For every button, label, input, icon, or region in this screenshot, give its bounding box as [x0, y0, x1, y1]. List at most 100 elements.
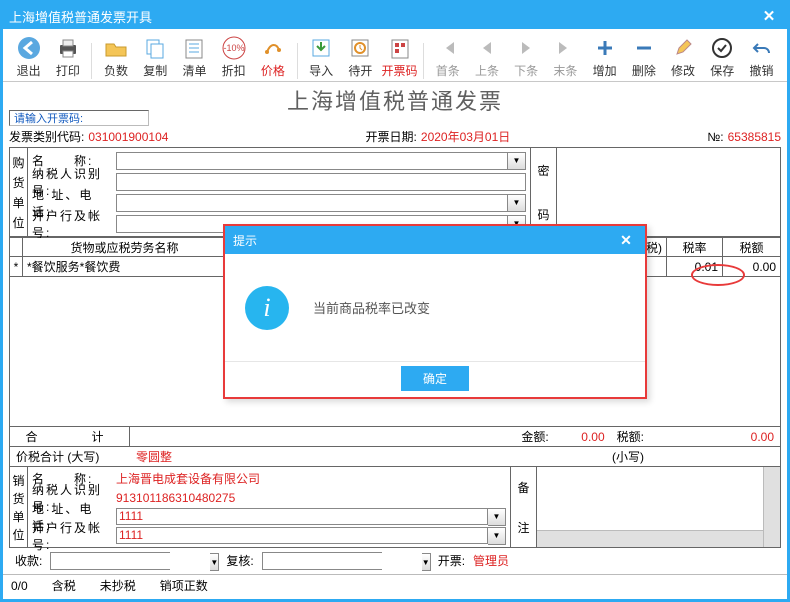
tb-label: 价格 — [261, 63, 285, 79]
status-tax-mode: 含税 — [52, 577, 76, 594]
buyer-bank-label: 开户行及帐号: — [32, 207, 114, 241]
tb-label: 增加 — [593, 63, 617, 79]
tb-price-button[interactable]: 价格 — [253, 33, 292, 79]
dialog-close-icon[interactable]: ✕ — [615, 232, 637, 249]
seller-section: 销 货 单 位 名 称:上海晋电成套设备有限公司 纳税人识别号:91310118… — [9, 467, 781, 548]
tb-prev-button: 上条 — [467, 33, 506, 79]
tb-code-button[interactable]: 开票码 — [380, 33, 419, 79]
th-name: 货物或应税劳务名称 — [23, 238, 227, 256]
issue-date-label: 开票日期: — [366, 128, 417, 145]
price-icon — [258, 33, 288, 63]
password-area — [556, 148, 780, 236]
seller-tax-value: 913101186310480275 — [116, 491, 506, 505]
remark-side-label: 备 注 — [510, 467, 536, 547]
next-icon — [511, 33, 541, 63]
amount-value: 0.00 — [555, 427, 611, 446]
tb-list-button[interactable]: 清单 — [175, 33, 214, 79]
tb-label: 负数 — [104, 63, 128, 79]
chevron-down-icon[interactable]: ▼ — [488, 508, 506, 526]
tb-undo-button[interactable]: 撤销 — [742, 33, 781, 79]
chevron-down-icon[interactable]: ▼ — [508, 152, 526, 170]
tb-discount-button[interactable]: -10% 折扣 — [214, 33, 253, 79]
issuer-value: 管理员 — [473, 552, 509, 570]
tb-label: 修改 — [671, 63, 695, 79]
tb-label: 待开 — [348, 63, 372, 79]
window-title: 上海增值税普通发票开具 — [9, 7, 152, 26]
undo-icon — [747, 33, 777, 63]
issue-date-value: 2020年03月01日 — [421, 128, 510, 145]
back-icon — [14, 33, 44, 63]
password-side-label: 密 码 — [530, 148, 556, 236]
tb-label: 末条 — [553, 63, 577, 79]
buyer-side-label: 购 货 单 位 — [10, 148, 28, 236]
seller-bank-input[interactable]: 1111 — [116, 527, 488, 544]
tb-save-button[interactable]: 保存 — [703, 33, 742, 79]
words-label: 价税合计 (大写) — [10, 447, 130, 466]
tax-value: 0.00 — [650, 427, 780, 446]
remark-textarea[interactable] — [536, 467, 780, 547]
window-titlebar: 上海增值税普通发票开具 ✕ — [3, 3, 787, 29]
tb-label: 折扣 — [222, 63, 246, 79]
tb-label: 导入 — [309, 63, 333, 79]
chevron-down-icon[interactable]: ▼ — [508, 194, 526, 212]
tax-label: 税额: — [611, 427, 650, 446]
tb-label: 上条 — [475, 63, 499, 79]
seller-name-value: 上海晋电成套设备有限公司 — [116, 470, 506, 487]
tb-edit-button[interactable]: 修改 — [663, 33, 702, 79]
edit-icon — [668, 33, 698, 63]
last-icon — [550, 33, 580, 63]
buyer-addr-input[interactable] — [116, 194, 508, 212]
reviewer-label: 复核: — [226, 552, 253, 570]
close-icon[interactable]: ✕ — [757, 7, 781, 25]
toolbar-separator — [91, 43, 92, 79]
printer-icon — [53, 33, 83, 63]
seller-addr-input[interactable]: 1111 — [116, 508, 488, 525]
issuer-label: 开票: — [438, 552, 465, 570]
tb-import-button[interactable]: 导入 — [302, 33, 341, 79]
tb-label: 保存 — [710, 63, 734, 79]
discount-icon: -10% — [219, 33, 249, 63]
words-value: 零圆整 — [130, 447, 606, 466]
amount-words-row: 价税合计 (大写) 零圆整 (小写) — [9, 447, 781, 467]
buyer-tax-input[interactable] — [116, 173, 526, 191]
tb-label: 下条 — [514, 63, 538, 79]
svg-text:-10%: -10% — [223, 43, 244, 53]
tb-label: 首条 — [436, 63, 460, 79]
dialog-message: 当前商品税率已改变 — [313, 298, 430, 317]
buyer-name-input[interactable] — [116, 152, 508, 170]
tb-printer-button[interactable]: 打印 — [48, 33, 87, 79]
folder-icon — [101, 33, 131, 63]
chevron-down-icon[interactable]: ▼ — [488, 527, 506, 545]
th-rate: 税率 — [667, 238, 723, 256]
tb-folder-button[interactable]: 负数 — [96, 33, 135, 79]
info-icon: i — [245, 286, 289, 330]
tb-pending-button[interactable]: 待开 — [341, 33, 380, 79]
dialog-title: 提示 — [233, 232, 257, 249]
dialog-ok-button[interactable]: 确定 — [401, 366, 469, 391]
first-icon — [433, 33, 463, 63]
receiver-combo[interactable]: ▼ — [50, 552, 170, 570]
pending-icon — [345, 33, 375, 63]
reviewer-combo[interactable]: ▼ — [262, 552, 382, 570]
tb-back-button[interactable]: 退出 — [9, 33, 48, 79]
tb-del-button[interactable]: 删除 — [624, 33, 663, 79]
tb-add-button[interactable]: 增加 — [585, 33, 624, 79]
tb-last-button: 末条 — [546, 33, 585, 79]
invoice-code-input[interactable]: 请输入开票码: — [9, 110, 149, 126]
code-icon — [385, 33, 415, 63]
seller-bank-label: 开户行及帐号: — [32, 519, 114, 553]
tb-label: 打印 — [56, 63, 80, 79]
list-icon — [179, 33, 209, 63]
tb-copy-button[interactable]: 复制 — [136, 33, 175, 79]
row-name: *餐饮服务*餐饮费 — [23, 257, 227, 276]
prev-icon — [472, 33, 502, 63]
save-icon — [707, 33, 737, 63]
tb-label: 清单 — [182, 63, 206, 79]
add-icon — [590, 33, 620, 63]
toolbar-separator — [297, 43, 298, 79]
row-mark: * — [9, 257, 23, 276]
small-label: (小写) — [606, 447, 650, 466]
copy-icon — [140, 33, 170, 63]
receiver-label: 收款: — [15, 552, 42, 570]
category-code-label: 发票类别代码: — [9, 128, 84, 145]
